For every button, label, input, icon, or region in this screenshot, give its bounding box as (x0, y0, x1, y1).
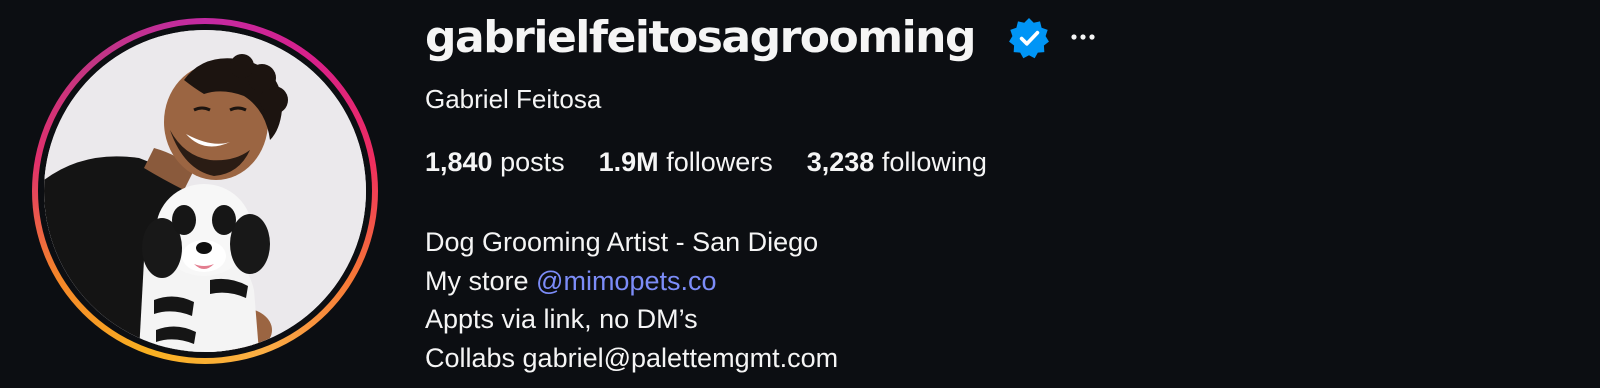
profile-username: gabrielfeitosagrooming (425, 12, 977, 63)
posts-count: 1,840 (425, 147, 493, 177)
following-count: 3,238 (806, 147, 875, 177)
posts-label: posts (500, 147, 565, 177)
profile-avatar[interactable] (44, 30, 366, 352)
profile-bio: Dog Grooming Artist - San Diego My store… (425, 223, 838, 377)
following-count-stat[interactable]: 3,238 following (807, 144, 987, 180)
following-label: following (881, 147, 987, 177)
bio-store-prefix: My store (425, 265, 529, 296)
avatar-photo-illustration (44, 30, 366, 352)
store-mention-link[interactable]: @mimopets.co (536, 266, 716, 296)
followers-count: 1.9M (598, 147, 659, 177)
profile-stats: 1,840 posts 1.9M followers 3,238 followi… (425, 144, 1021, 180)
followers-count-stat[interactable]: 1.9M followers (599, 144, 773, 180)
more-options-icon[interactable] (1066, 24, 1100, 50)
bio-line-appointments: Appts via link, no DM’s (425, 304, 698, 334)
posts-count-stat[interactable]: 1,840 posts (425, 144, 565, 180)
bio-line-collabs: Collabs gabriel@palettemgmt.com (425, 342, 839, 373)
bio-line-title: Dog Grooming Artist - San Diego (425, 227, 819, 257)
verified-badge-icon (1009, 18, 1049, 59)
bio-line-store: My store @mimopets.co (425, 262, 838, 301)
profile-avatar-story-ring[interactable] (32, 18, 378, 364)
profile-full-name: Gabriel Feitosa (425, 84, 602, 114)
followers-label: followers (666, 147, 773, 177)
